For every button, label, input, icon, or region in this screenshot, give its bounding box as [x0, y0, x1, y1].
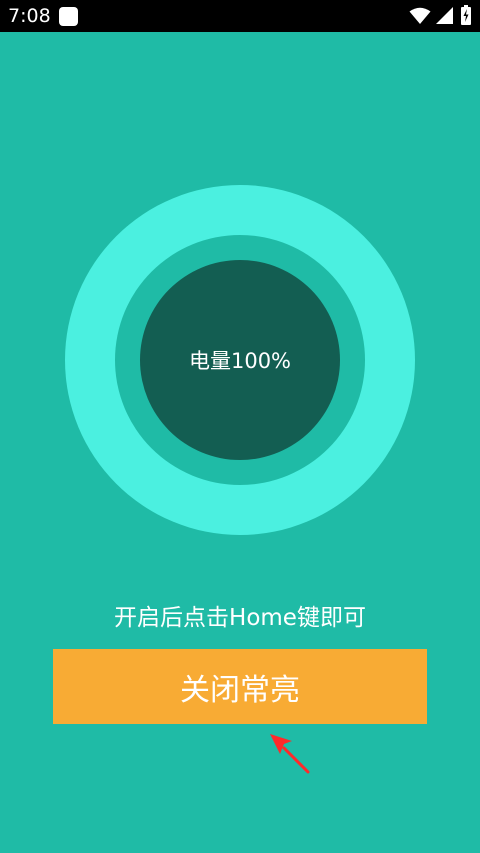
- battery-level-label: 电量100%: [188, 349, 292, 373]
- battery-charging-icon: [461, 5, 471, 25]
- hint-text: 开启后点击Home键即可: [114, 605, 366, 631]
- cell-signal-icon: [436, 7, 453, 24]
- status-time: 7:08: [8, 5, 51, 27]
- toggle-keep-awake-button[interactable]: 关闭常亮: [53, 649, 427, 724]
- wifi-icon: [409, 7, 431, 24]
- status-bar: 7:08: [0, 0, 480, 32]
- toggle-keep-awake-label: 关闭常亮: [180, 672, 300, 708]
- red-arrow-icon: [270, 734, 310, 774]
- app-notification-icon: [59, 7, 78, 26]
